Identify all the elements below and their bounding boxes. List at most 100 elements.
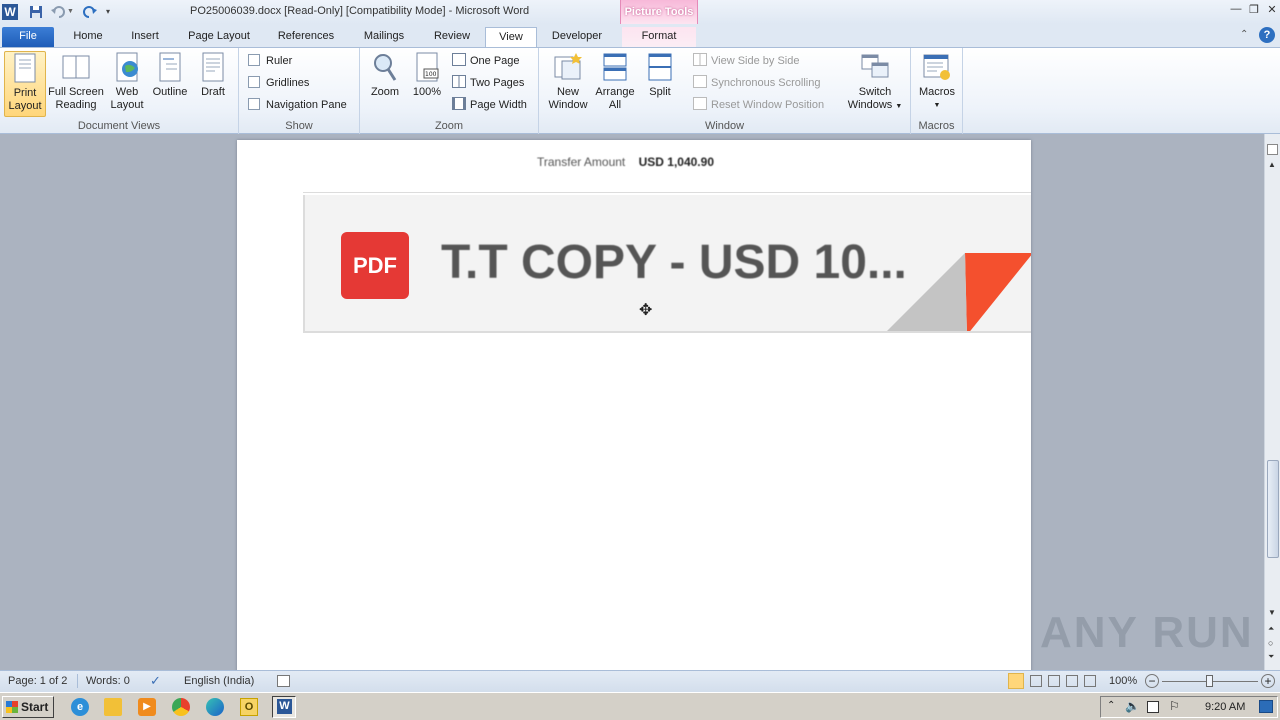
- arrange-all-button[interactable]: Arrange All: [593, 51, 637, 112]
- close-button[interactable]: ✕: [1264, 3, 1280, 17]
- draft-button[interactable]: Draft: [194, 51, 232, 99]
- previous-page-icon[interactable]: ⏶: [1268, 624, 1274, 634]
- zoom-label: Zoom: [370, 86, 400, 98]
- ruler-checkbox-box[interactable]: [248, 54, 260, 66]
- tab-insert[interactable]: Insert: [120, 27, 170, 48]
- transfer-amount-row: Transfer Amount USD 1,040.90: [537, 155, 714, 169]
- attachment-image[interactable]: PDF T.T COPY - USD 10...: [303, 195, 1031, 333]
- macros-button[interactable]: Macros ▼: [915, 51, 959, 112]
- tab-references[interactable]: References: [268, 27, 344, 48]
- chrome-icon[interactable]: [172, 698, 190, 716]
- group-zoom: Zoom 100 100% One Page Two Pages Page Wi…: [360, 48, 539, 134]
- svg-text:100: 100: [425, 71, 437, 78]
- separator: [77, 674, 78, 688]
- full-screen-view-icon[interactable]: [1030, 675, 1042, 687]
- gridlines-checkbox[interactable]: Gridlines: [248, 74, 309, 92]
- scroll-up-arrow[interactable]: ▲: [1268, 160, 1276, 169]
- page-width-button[interactable]: Page Width: [452, 96, 527, 114]
- media-player-icon[interactable]: ▶: [138, 698, 156, 716]
- redo-icon[interactable]: [82, 4, 98, 20]
- zoom-in-icon[interactable]: +: [1261, 674, 1275, 688]
- tab-view[interactable]: View: [485, 27, 537, 48]
- word-app-icon[interactable]: W: [2, 4, 18, 20]
- volume-icon[interactable]: 🔈: [1125, 699, 1140, 713]
- view-side-by-side-button[interactable]: View Side by Side: [693, 52, 799, 70]
- print-layout-view-icon[interactable]: [1008, 673, 1024, 689]
- vertical-scrollbar[interactable]: ▲ ▼ ⏶ ○ ⏷: [1264, 134, 1280, 670]
- group-label-show: Show: [285, 120, 313, 132]
- split-label: Split: [649, 86, 671, 98]
- minimize-button[interactable]: —: [1228, 3, 1244, 17]
- navigation-pane-checkbox[interactable]: Navigation Pane: [248, 96, 347, 114]
- customize-qat-icon[interactable]: ▾: [106, 4, 116, 20]
- gridlines-label: Gridlines: [266, 77, 310, 89]
- minimize-ribbon-icon[interactable]: ⌃: [1240, 29, 1248, 40]
- full-screen-reading-button[interactable]: Full Screen Reading: [48, 51, 104, 112]
- synchronous-scrolling-button[interactable]: Synchronous Scrolling: [693, 74, 820, 92]
- browse-object-icon[interactable]: ○: [1268, 638, 1273, 648]
- help-icon[interactable]: ?: [1259, 27, 1275, 43]
- flag-icon[interactable]: ⚐: [1169, 699, 1180, 713]
- save-icon[interactable]: [28, 4, 44, 20]
- next-page-icon[interactable]: ⏷: [1268, 652, 1274, 662]
- document-workspace[interactable]: Transfer Amount USD 1,040.90 PDF T.T COP…: [0, 134, 1264, 670]
- switch-windows-label-text: Windows: [847, 99, 893, 111]
- ie-icon[interactable]: e: [71, 698, 89, 716]
- show-desktop-icon[interactable]: [1259, 700, 1273, 713]
- document-page[interactable]: Transfer Amount USD 1,040.90 PDF T.T COP…: [237, 140, 1031, 670]
- group-document-views: Print Layout Full Screen Reading Web Lay…: [0, 48, 239, 134]
- outline-button[interactable]: Outline: [150, 51, 190, 99]
- tray-expand-icon[interactable]: ⌃: [1107, 700, 1115, 711]
- edge-icon[interactable]: [206, 698, 224, 716]
- zoom-100-button[interactable]: 100 100%: [408, 51, 446, 99]
- folder-icon[interactable]: [104, 698, 122, 716]
- ruler-toggle-icon[interactable]: [1267, 144, 1278, 155]
- new-window-button[interactable]: New Window: [543, 51, 593, 112]
- web-layout-view-icon[interactable]: [1048, 675, 1060, 687]
- tab-mailings[interactable]: Mailings: [352, 27, 416, 48]
- tab-review[interactable]: Review: [424, 27, 480, 48]
- tab-page-layout[interactable]: Page Layout: [178, 27, 260, 48]
- draft-view-icon[interactable]: [1084, 675, 1096, 687]
- split-button[interactable]: Split: [641, 51, 679, 99]
- switch-windows-button[interactable]: Switch Windows ▼: [843, 51, 907, 113]
- reset-window-position-button[interactable]: Reset Window Position: [693, 96, 824, 114]
- chevron-down-icon[interactable]: ▼: [67, 4, 75, 20]
- macros-icon: [921, 51, 953, 83]
- web-layout-button[interactable]: Web Layout: [106, 51, 148, 112]
- network-icon[interactable]: [1147, 701, 1159, 713]
- gridlines-checkbox-box[interactable]: [248, 76, 260, 88]
- outline-view-icon[interactable]: [1066, 675, 1078, 687]
- outlook-icon[interactable]: O: [240, 698, 258, 716]
- group-label-zoom: Zoom: [434, 120, 464, 132]
- print-layout-button[interactable]: Print Layout: [4, 51, 46, 117]
- zoom-level[interactable]: 100%: [1109, 675, 1137, 687]
- navigation-pane-checkbox-box[interactable]: [248, 98, 260, 110]
- zoom-slider-thumb[interactable]: [1206, 675, 1213, 687]
- ruler-checkbox[interactable]: Ruler: [248, 52, 292, 70]
- switch-windows-icon: [859, 51, 891, 83]
- start-button[interactable]: Start: [2, 696, 54, 718]
- zoom-out-icon[interactable]: −: [1145, 674, 1159, 688]
- tab-format[interactable]: Format: [622, 27, 696, 48]
- restore-button[interactable]: ❐: [1246, 3, 1262, 17]
- page-count[interactable]: Page: 1 of 2: [8, 675, 67, 687]
- scroll-down-arrow[interactable]: ▼: [1268, 608, 1276, 617]
- ruler-label: Ruler: [266, 55, 293, 67]
- tab-developer[interactable]: Developer: [542, 27, 612, 48]
- arrange-all-icon: [599, 51, 631, 83]
- one-page-button[interactable]: One Page: [452, 52, 520, 70]
- two-pages-button[interactable]: Two Pages: [452, 74, 524, 92]
- scroll-thumb[interactable]: [1267, 460, 1279, 558]
- macro-record-icon[interactable]: [277, 675, 290, 687]
- zoom-button[interactable]: Zoom: [366, 51, 404, 99]
- word-count[interactable]: Words: 0: [86, 675, 130, 687]
- undo-icon[interactable]: [50, 4, 66, 20]
- language[interactable]: English (India): [184, 675, 254, 687]
- clock[interactable]: 9:20 AM: [1205, 701, 1245, 713]
- proofing-icon[interactable]: ✓: [150, 673, 161, 689]
- tab-home[interactable]: Home: [62, 27, 114, 48]
- sync-scroll-icon: [693, 75, 707, 88]
- word-taskbar-icon[interactable]: W: [272, 696, 296, 718]
- tab-file[interactable]: File: [2, 27, 54, 48]
